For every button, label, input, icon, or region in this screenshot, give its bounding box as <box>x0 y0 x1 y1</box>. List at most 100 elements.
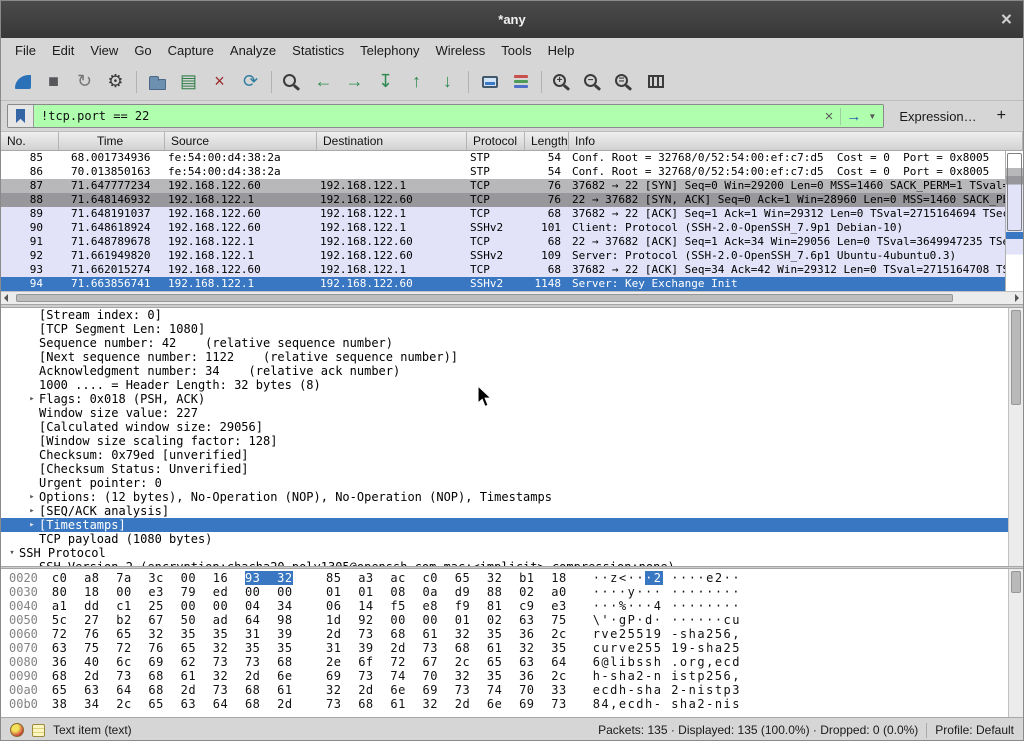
menu-telephony[interactable]: Telephony <box>352 40 427 61</box>
zoom-out-icon[interactable]: − <box>579 67 608 96</box>
go-last-icon[interactable]: ↓ <box>433 67 462 96</box>
hex-row[interactable]: 0040a1 dd c1 25 00 00 04 34 06 14 f5 e8 … <box>9 599 1008 613</box>
hex-row[interactable]: 009068 2d 73 68 61 32 2d 6e 69 73 74 70 … <box>9 669 1008 683</box>
menu-wireless[interactable]: Wireless <box>427 40 493 61</box>
expand-icon[interactable]: ▸ <box>25 506 39 516</box>
packet-row-86[interactable]: 8670.013850163fe:54:00:d4:38:2aSTP54Conf… <box>1 165 1005 179</box>
profile-label[interactable]: Profile: Default <box>935 723 1014 737</box>
hex-row[interactable]: 006072 76 65 32 35 35 31 39 2d 73 68 61 … <box>9 627 1008 641</box>
column-header-length[interactable]: Length <box>525 132 569 150</box>
restart-capture-icon[interactable]: ↻ <box>70 67 99 96</box>
detail-line[interactable]: Acknowledgment number: 34 (relative ack … <box>1 364 1023 378</box>
detail-vscrollbar-thumb[interactable] <box>1011 310 1021 405</box>
detail-line[interactable]: [Next sequence number: 1122 (relative se… <box>1 350 1023 364</box>
hex-row[interactable]: 003080 18 00 e3 79 ed 00 00 01 01 08 0a … <box>9 585 1008 599</box>
hex-row[interactable]: 00505c 27 b2 67 50 ad 64 98 1d 92 00 00 … <box>9 613 1008 627</box>
detail-line[interactable]: 1000 .... = Header Length: 32 bytes (8) <box>1 378 1023 392</box>
hex-row[interactable]: 0020c0 a8 7a 3c 00 16 93 32 85 a3 ac c0 … <box>9 571 1008 585</box>
expand-icon[interactable]: ▸ <box>25 520 39 530</box>
zoom-in-icon[interactable]: + <box>548 67 577 96</box>
close-window-button[interactable]: × <box>1001 10 1012 29</box>
add-filter-button[interactable]: + <box>992 107 1017 125</box>
detail-line[interactable]: Checksum: 0x79ed [unverified] <box>1 448 1023 462</box>
go-to-packet-icon[interactable]: ↧ <box>371 67 400 96</box>
open-file-icon[interactable] <box>143 67 172 96</box>
packet-list-vscrollbar-thumb[interactable] <box>1007 153 1022 231</box>
expert-info-icon[interactable] <box>10 723 24 737</box>
find-packet-icon[interactable] <box>278 67 307 96</box>
hex-row[interactable]: 00b038 34 2c 65 63 64 68 2d 73 68 61 32 … <box>9 697 1008 711</box>
hex-vscrollbar[interactable] <box>1008 569 1023 717</box>
packet-row-90[interactable]: 9071.648618924192.168.122.60192.168.122.… <box>1 221 1005 235</box>
detail-line[interactable]: [Calculated window size: 29056] <box>1 420 1023 434</box>
capture-comment-icon[interactable] <box>32 724 45 737</box>
filter-dropdown-icon[interactable]: ▼ <box>866 112 883 121</box>
column-header-time[interactable]: Time <box>59 132 165 150</box>
reload-file-icon[interactable]: ⟳ <box>236 67 265 96</box>
packet-row-87[interactable]: 8771.647777234192.168.122.60192.168.122.… <box>1 179 1005 193</box>
detail-line[interactable]: [Window size scaling factor: 128] <box>1 434 1023 448</box>
column-header-destination[interactable]: Destination <box>317 132 467 150</box>
packet-row-93[interactable]: 9371.662015274192.168.122.60192.168.122.… <box>1 263 1005 277</box>
menu-edit[interactable]: Edit <box>44 40 82 61</box>
detail-line[interactable]: Window size value: 227 <box>1 406 1023 420</box>
detail-line[interactable]: [TCP Segment Len: 1080] <box>1 322 1023 336</box>
packet-row-88[interactable]: 8871.648146932192.168.122.1192.168.122.6… <box>1 193 1005 207</box>
menu-go[interactable]: Go <box>126 40 159 61</box>
hex-row[interactable]: 00a065 63 64 68 2d 73 68 61 32 2d 6e 69 … <box>9 683 1008 697</box>
detail-line[interactable]: ▸[Timestamps] <box>1 518 1023 532</box>
expand-icon[interactable]: ▸ <box>25 492 39 502</box>
packet-row-91[interactable]: 9171.648789678192.168.122.1192.168.122.6… <box>1 235 1005 249</box>
column-header-protocol[interactable]: Protocol <box>467 132 525 150</box>
detail-vscrollbar[interactable] <box>1008 308 1023 566</box>
detail-line[interactable]: Urgent pointer: 0 <box>1 476 1023 490</box>
detail-line[interactable]: [Checksum Status: Unverified] <box>1 462 1023 476</box>
filter-apply-icon[interactable]: → <box>840 108 866 125</box>
detail-line[interactable]: [Stream index: 0] <box>1 308 1023 322</box>
stop-capture-icon[interactable]: ■ <box>39 67 68 96</box>
capture-options-icon[interactable]: ⚙ <box>101 67 130 96</box>
expression-button[interactable]: Expression… <box>890 109 985 124</box>
column-header-no[interactable]: No. <box>1 132 59 150</box>
column-header-info[interactable]: Info <box>569 132 1023 150</box>
expand-icon[interactable]: ▸ <box>25 394 39 404</box>
close-file-icon[interactable]: × <box>205 67 234 96</box>
packet-list-hscrollbar-thumb[interactable] <box>16 294 953 302</box>
collapse-icon[interactable]: ▾ <box>5 548 19 558</box>
auto-scroll-icon[interactable] <box>475 67 504 96</box>
detail-line[interactable]: ▸Flags: 0x018 (PSH, ACK) <box>1 392 1023 406</box>
start-capture-icon[interactable] <box>8 67 37 96</box>
go-forward-icon[interactable]: → <box>340 67 369 96</box>
save-file-icon[interactable]: ▤ <box>174 67 203 96</box>
packet-list-vscrollbar[interactable] <box>1005 151 1023 291</box>
detail-line[interactable]: Sequence number: 42 (relative sequence n… <box>1 336 1023 350</box>
display-filter-text[interactable]: !tcp.port == 22 <box>34 109 818 123</box>
menu-analyze[interactable]: Analyze <box>222 40 284 61</box>
packet-row-89[interactable]: 8971.648191037192.168.122.60192.168.122.… <box>1 207 1005 221</box>
go-first-icon[interactable]: ↑ <box>402 67 431 96</box>
menu-statistics[interactable]: Statistics <box>284 40 352 61</box>
detail-line[interactable]: ▾SSH Protocol <box>1 546 1023 560</box>
menu-help[interactable]: Help <box>540 40 583 61</box>
detail-line[interactable]: ▸[SEQ/ACK analysis] <box>1 504 1023 518</box>
menu-tools[interactable]: Tools <box>493 40 539 61</box>
go-back-icon[interactable]: ← <box>309 67 338 96</box>
menu-file[interactable]: File <box>7 40 44 61</box>
colorize-icon[interactable] <box>506 67 535 96</box>
filter-bookmark-button[interactable] <box>8 105 34 127</box>
menu-view[interactable]: View <box>82 40 126 61</box>
packet-row-85[interactable]: 8568.001734936fe:54:00:d4:38:2aSTP54Conf… <box>1 151 1005 165</box>
packet-row-94[interactable]: 9471.663856741192.168.122.1192.168.122.6… <box>1 277 1005 291</box>
display-filter-input[interactable]: !tcp.port == 22 × → ▼ <box>7 104 884 128</box>
packet-list-hscrollbar[interactable] <box>1 291 1023 304</box>
resize-columns-icon[interactable] <box>641 67 670 96</box>
zoom-original-icon[interactable]: = <box>610 67 639 96</box>
detail-line[interactable]: SSH Version 2 (encryption:chacha20-poly1… <box>1 560 1023 566</box>
column-header-source[interactable]: Source <box>165 132 317 150</box>
menu-capture[interactable]: Capture <box>160 40 222 61</box>
detail-line[interactable]: TCP payload (1080 bytes) <box>1 532 1023 546</box>
filter-clear-icon[interactable]: × <box>818 108 841 125</box>
hex-row[interactable]: 007063 75 72 76 65 32 35 35 31 39 2d 73 … <box>9 641 1008 655</box>
packet-row-92[interactable]: 9271.661949820192.168.122.1192.168.122.6… <box>1 249 1005 263</box>
hex-vscrollbar-thumb[interactable] <box>1011 571 1021 593</box>
